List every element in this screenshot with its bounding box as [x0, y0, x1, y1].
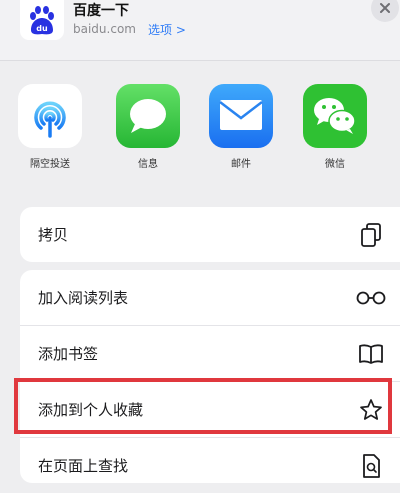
- add-to-favorites-label: 添加到个人收藏: [38, 401, 144, 419]
- messages-label: 信息: [138, 159, 158, 170]
- share-targets-row: 隔空投送 信息 邮件 微信: [0, 78, 400, 178]
- share-target-airdrop[interactable]: 隔空投送: [10, 78, 90, 170]
- site-url: baidu.com: [73, 22, 136, 36]
- copy-action[interactable]: 拷贝: [20, 207, 400, 262]
- messages-icon: [116, 84, 180, 148]
- close-icon: [380, 3, 390, 13]
- options-link[interactable]: 选项 >: [148, 21, 186, 38]
- mail-label: 邮件: [231, 159, 251, 170]
- find-on-page-action[interactable]: 在页面上查找: [20, 438, 400, 493]
- add-bookmark-action[interactable]: 添加书签: [20, 326, 400, 382]
- glasses-icon: [354, 284, 388, 312]
- reading-list-action[interactable]: 加入阅读列表: [20, 270, 400, 326]
- star-icon: [357, 396, 385, 424]
- close-button[interactable]: [371, 0, 399, 22]
- add-bookmark-label: 添加书签: [38, 345, 99, 363]
- svg-text:du: du: [36, 24, 48, 33]
- baidu-logo-icon: du: [20, 0, 64, 40]
- copy-icon: [357, 221, 385, 249]
- find-document-icon: [357, 452, 385, 480]
- wechat-label: 微信: [325, 159, 345, 170]
- airdrop-label: 隔空投送: [30, 159, 70, 170]
- mail-icon: [209, 84, 273, 148]
- share-sheet-header: du 百度一下 baidu.com 选项 >: [0, 0, 400, 61]
- book-icon: [357, 340, 385, 368]
- copy-label: 拷贝: [38, 226, 69, 244]
- share-target-wechat[interactable]: 微信: [295, 78, 375, 170]
- share-target-mail[interactable]: 邮件: [201, 78, 281, 170]
- share-target-messages[interactable]: 信息: [108, 78, 188, 170]
- airdrop-icon: [18, 84, 82, 148]
- actions-group: 加入阅读列表 添加书签 添加到个人收藏 在页面上查找: [20, 270, 400, 483]
- site-title: 百度一下: [73, 3, 129, 19]
- reading-list-label: 加入阅读列表: [38, 289, 129, 307]
- find-on-page-label: 在页面上查找: [38, 457, 129, 475]
- add-to-favorites-action[interactable]: 添加到个人收藏: [20, 382, 400, 438]
- wechat-icon: [303, 84, 367, 148]
- copy-action-group: 拷贝: [20, 207, 400, 262]
